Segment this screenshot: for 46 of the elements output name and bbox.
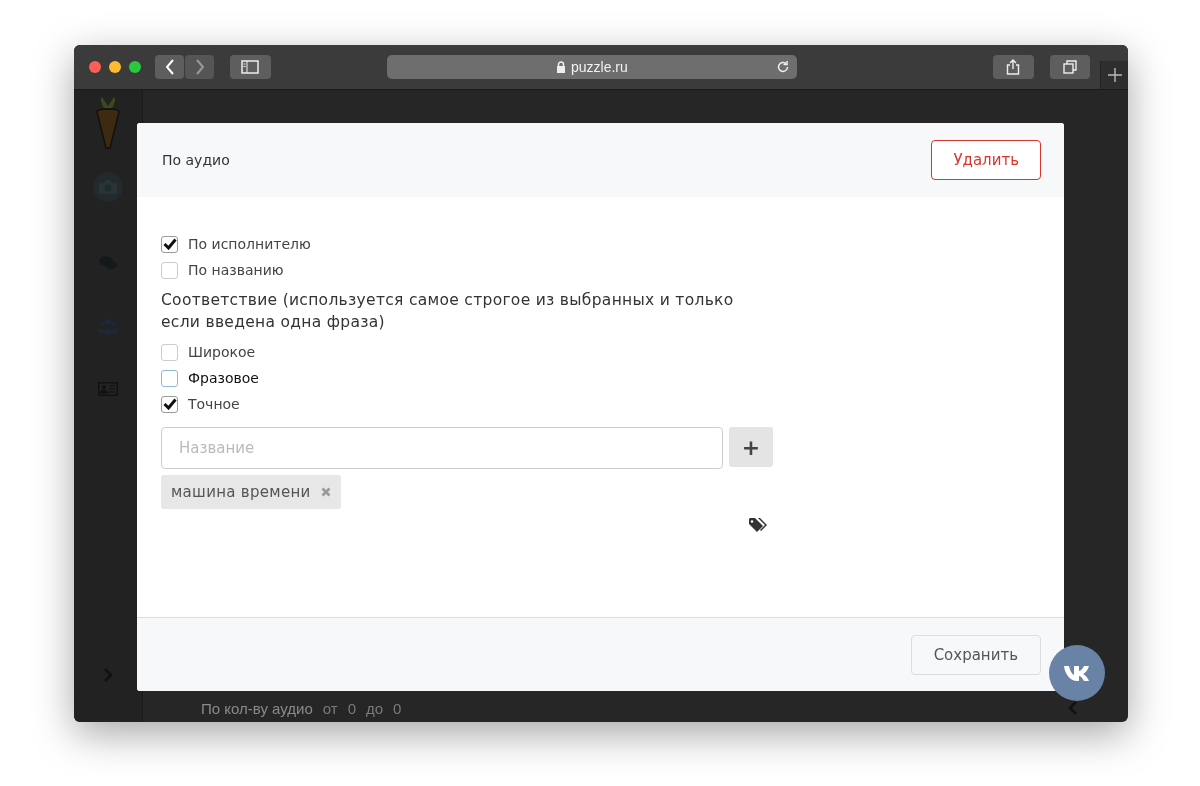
lock-icon [555, 61, 566, 73]
range-from-label: от [322, 699, 338, 717]
tabs-button[interactable] [1049, 55, 1091, 79]
address-bar[interactable]: puzzle.ru [386, 55, 797, 79]
back-button[interactable] [155, 55, 184, 79]
plus-icon [1107, 68, 1122, 82]
range-from-value: 0 [347, 699, 356, 717]
filter-label: По кол-ву аудио [201, 699, 313, 717]
checkbox[interactable] [161, 235, 178, 253]
modal-title: По аудио [162, 152, 230, 168]
zoom-icon[interactable] [129, 61, 141, 73]
share-button[interactable] [993, 55, 1034, 79]
checkbox-label: Широкое [188, 344, 256, 360]
chevron-left-icon [164, 59, 175, 75]
checkbox-label: Фразовое [188, 370, 259, 386]
range-to-value: 0 [393, 699, 402, 717]
carrot-icon [94, 96, 122, 150]
name-input-field[interactable]: Название [161, 427, 723, 469]
remove-icon[interactable] [320, 487, 331, 497]
chevron-right-icon [194, 59, 205, 75]
forward-button[interactable] [185, 55, 214, 79]
close-icon[interactable] [89, 61, 101, 73]
vk-logo-button[interactable] [1049, 645, 1105, 701]
add-button[interactable]: + [729, 427, 773, 467]
new-tab-button[interactable] [1100, 61, 1128, 89]
sidebar-button[interactable] [230, 55, 271, 79]
checkbox[interactable] [161, 369, 178, 387]
match-heading: Соответствие (используется самое строгое из выбранных и только если введена одна фраза) [161, 290, 735, 333]
delete-button[interactable]: Удалить [931, 140, 1041, 180]
reload-icon[interactable] [776, 60, 790, 74]
range-to-label: до [366, 699, 384, 717]
checkbox[interactable] [161, 395, 178, 413]
tag-label: машина времени [171, 483, 311, 501]
checkbox-label: По исполнителю [188, 236, 311, 252]
tags-icon [749, 518, 767, 533]
minimize-icon[interactable] [109, 61, 121, 73]
checkbox[interactable] [161, 261, 178, 279]
checkbox[interactable] [161, 343, 178, 361]
save-button[interactable]: Сохранить [910, 634, 1041, 675]
tabs-icon [1063, 60, 1078, 74]
checkbox-label: Точное [188, 396, 240, 412]
checkbox-label: По названию [188, 262, 284, 278]
share-icon [1006, 59, 1021, 75]
address-text: puzzle.ru [570, 59, 628, 75]
sidebar-icon [241, 60, 260, 74]
vk-logo-icon [1063, 665, 1091, 681]
